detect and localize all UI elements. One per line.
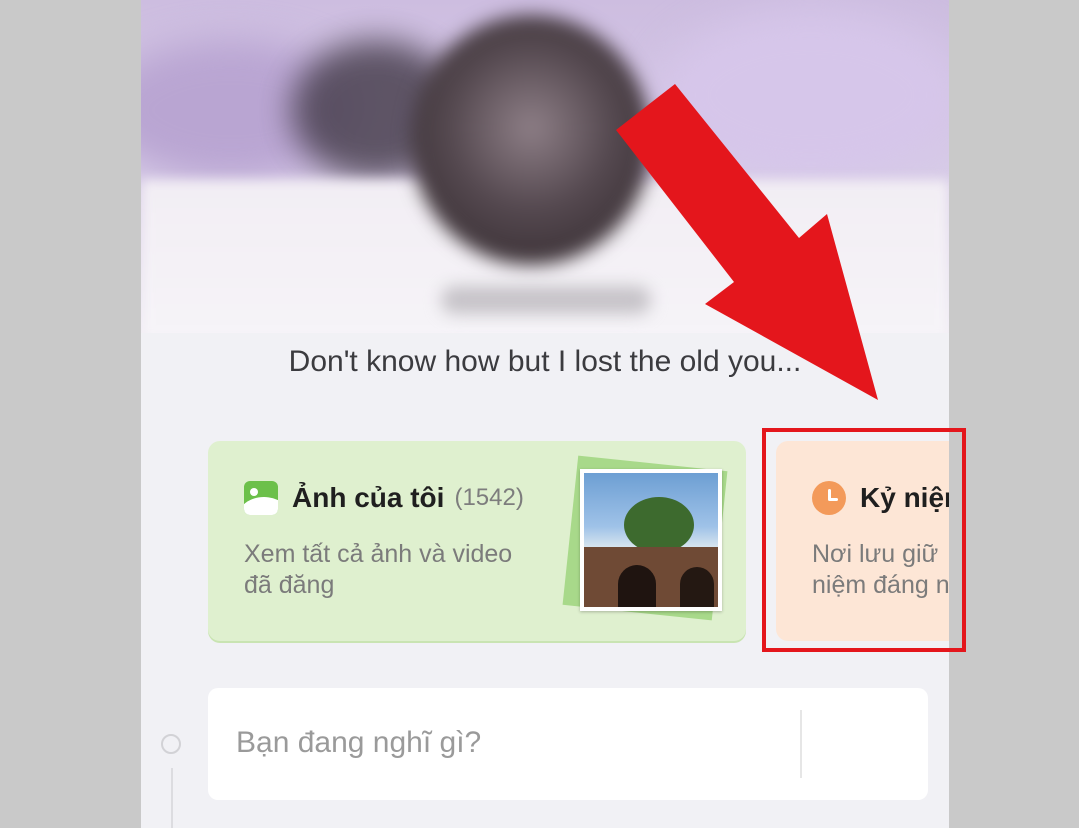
thumbnail-shape — [624, 497, 694, 553]
annotation-highlight-box — [762, 428, 966, 652]
composer-divider — [800, 710, 802, 778]
latest-photo-thumbnail — [580, 469, 722, 611]
my-photos-count: (1542) — [454, 484, 524, 511]
timeline-dot — [161, 734, 181, 754]
composer-input[interactable]: Bạn đang nghĩ gì? — [236, 726, 481, 760]
timeline-line — [171, 768, 173, 828]
my-photos-title-row: Ảnh của tôi (1542) — [244, 481, 524, 515]
cover-blur-shape — [661, 10, 949, 180]
profile-screen: Don't know how but I lost the old you...… — [141, 0, 949, 828]
avatar[interactable] — [411, 15, 651, 265]
my-photos-desc-line: đã đăng — [244, 571, 335, 599]
thumbnail-shape — [618, 565, 656, 607]
my-photos-card[interactable]: Ảnh của tôi (1542) Xem tất cả ảnh và vid… — [208, 441, 746, 641]
thumbnail-shape — [680, 567, 714, 607]
cover-photo[interactable] — [141, 0, 949, 333]
image-icon — [244, 481, 278, 515]
my-photos-title: Ảnh của tôi — [292, 482, 445, 513]
profile-bio: Don't know how but I lost the old you... — [288, 345, 802, 378]
post-composer[interactable]: Bạn đang nghĩ gì? — [208, 688, 928, 800]
profile-name-blurred — [441, 286, 651, 314]
add-photo-button[interactable] — [842, 723, 888, 765]
my-photos-description: Xem tất cả ảnh và video đã đăng — [244, 539, 564, 601]
thumbnail-image — [584, 473, 718, 607]
my-photos-desc-line: Xem tất cả ảnh và video — [244, 540, 513, 568]
